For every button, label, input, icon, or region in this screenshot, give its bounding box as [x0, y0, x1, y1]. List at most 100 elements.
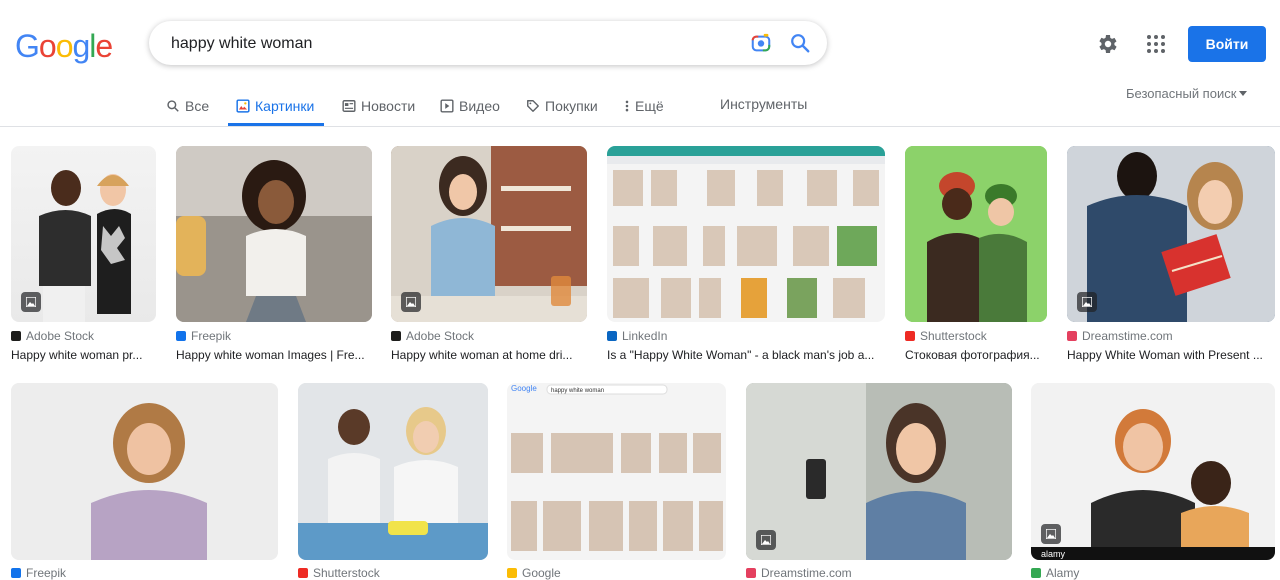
source-favicon-icon — [507, 568, 517, 578]
tools-button[interactable]: Инструменты — [720, 96, 807, 112]
result-thumbnail[interactable] — [176, 146, 372, 322]
google-logo[interactable]: Google — [15, 28, 113, 65]
result-thumbnail[interactable] — [905, 146, 1047, 322]
photo-woman-selfie — [746, 383, 1012, 560]
source-name: Dreamstime.com — [761, 566, 852, 580]
result-source: Freepik — [176, 329, 231, 343]
tab-all[interactable]: Все — [166, 88, 209, 124]
logo-letter: G — [15, 28, 40, 64]
source-name: Shutterstock — [920, 329, 987, 343]
tab-label: Ещё — [635, 98, 664, 114]
source-name: Alamy — [1046, 566, 1080, 580]
logo-letter: e — [95, 28, 113, 64]
photo-woman-present — [1067, 146, 1275, 322]
safe-search-label: Безопасный поиск — [1126, 86, 1237, 101]
result-source: Alamy — [1031, 566, 1079, 580]
result-source: Google — [507, 566, 561, 580]
result-thumbnail[interactable] — [298, 383, 488, 560]
search-icon — [167, 100, 179, 112]
source-favicon-icon — [1031, 568, 1041, 578]
more-vert-icon — [625, 100, 629, 112]
logo-letter: g — [72, 28, 90, 64]
search-input[interactable] — [169, 31, 733, 57]
image-badge-icon — [401, 292, 421, 312]
photo-couple-hug — [905, 146, 1047, 322]
result-caption[interactable]: Is a "Happy White Woman" - a black man's… — [607, 348, 881, 362]
result-source: Freepik — [11, 566, 66, 580]
source-favicon-icon — [176, 331, 186, 341]
sign-in-button[interactable]: Войти — [1188, 26, 1266, 62]
alamy-watermark: alamy — [1041, 549, 1066, 559]
source-favicon-icon — [905, 331, 915, 341]
source-name: Freepik — [191, 329, 232, 343]
tab-label: Картинки — [255, 98, 315, 114]
result-thumbnail[interactable] — [11, 383, 278, 560]
logo-letter: o — [55, 28, 74, 64]
source-name: Freepik — [26, 566, 67, 580]
source-name: Google — [522, 566, 561, 580]
lens-camera-icon[interactable] — [750, 32, 772, 54]
image-badge-icon — [756, 530, 776, 550]
source-favicon-icon — [391, 331, 401, 341]
tag-icon — [527, 100, 539, 112]
source-favicon-icon — [607, 331, 617, 341]
result-source: Dreamstime.com — [746, 566, 852, 580]
tab-label: Видео — [459, 98, 500, 114]
source-favicon-icon — [11, 568, 21, 578]
source-name: Dreamstime.com — [1082, 329, 1173, 343]
result-thumbnail[interactable] — [1067, 146, 1275, 322]
result-caption[interactable]: Happy White Woman with Present ... — [1067, 348, 1271, 362]
result-caption[interactable]: Happy white woman pr... — [11, 348, 151, 362]
photo-woman-child: alamy — [1031, 383, 1275, 560]
mini-search-query: happy white woman — [551, 388, 604, 394]
safe-search-dropdown[interactable]: Безопасный поиск — [1126, 86, 1248, 101]
image-badge-icon — [1041, 524, 1061, 544]
tab-images[interactable]: Картинки — [227, 88, 325, 126]
result-source: Adobe Stock — [11, 329, 94, 343]
video-icon — [440, 99, 454, 113]
caret-down-icon — [1239, 91, 1248, 96]
search-box — [149, 21, 827, 65]
result-thumbnail[interactable]: Google happy white woman — [507, 383, 726, 560]
result-thumbnail[interactable] — [11, 146, 156, 322]
tab-videos[interactable]: Видео — [440, 88, 500, 124]
tab-more[interactable]: Ещё — [624, 88, 664, 124]
image-badge-icon — [1077, 292, 1097, 312]
result-thumbnail[interactable] — [746, 383, 1012, 560]
result-caption[interactable]: Стоковая фотография... — [905, 348, 1045, 362]
source-name: LinkedIn — [622, 329, 668, 343]
photo-woman-sofa — [176, 146, 372, 322]
result-source: Shutterstock — [298, 566, 380, 580]
tab-shopping[interactable]: Покупки — [526, 88, 598, 124]
source-favicon-icon — [746, 568, 756, 578]
news-icon — [342, 100, 356, 112]
header-divider — [0, 126, 1280, 127]
tab-label: Покупки — [545, 98, 598, 114]
source-name: Adobe Stock — [26, 329, 95, 343]
source-name: Shutterstock — [313, 566, 380, 580]
search-icon[interactable] — [789, 32, 811, 54]
apps-grid-icon[interactable] — [1144, 32, 1168, 56]
photo-google-screenshot: Google happy white woman — [511, 384, 723, 551]
result-thumbnail[interactable] — [607, 146, 885, 322]
tab-label: Все — [185, 98, 210, 114]
result-thumbnail[interactable] — [391, 146, 587, 322]
source-favicon-icon — [298, 568, 308, 578]
result-source: Shutterstock — [905, 329, 987, 343]
result-caption[interactable]: Happy white woman Images | Fre... — [176, 348, 368, 362]
result-thumbnail[interactable]: alamy — [1031, 383, 1275, 560]
source-favicon-icon — [1067, 331, 1077, 341]
image-badge-icon — [21, 292, 41, 312]
result-caption[interactable]: Happy white woman at home dri... — [391, 348, 583, 362]
settings-gear-icon[interactable] — [1095, 32, 1119, 56]
tab-news[interactable]: Новости — [342, 88, 415, 124]
logo-letter: o — [38, 28, 57, 64]
tab-label: Новости — [361, 98, 416, 114]
source-favicon-icon — [11, 331, 21, 341]
image-icon — [236, 99, 250, 113]
photo-woman-smiling — [11, 383, 278, 560]
result-source: Dreamstime.com — [1067, 329, 1173, 343]
photo-couple-dishes — [298, 383, 488, 560]
result-source: Adobe Stock — [391, 329, 474, 343]
mini-google-logo: Google — [511, 384, 537, 393]
